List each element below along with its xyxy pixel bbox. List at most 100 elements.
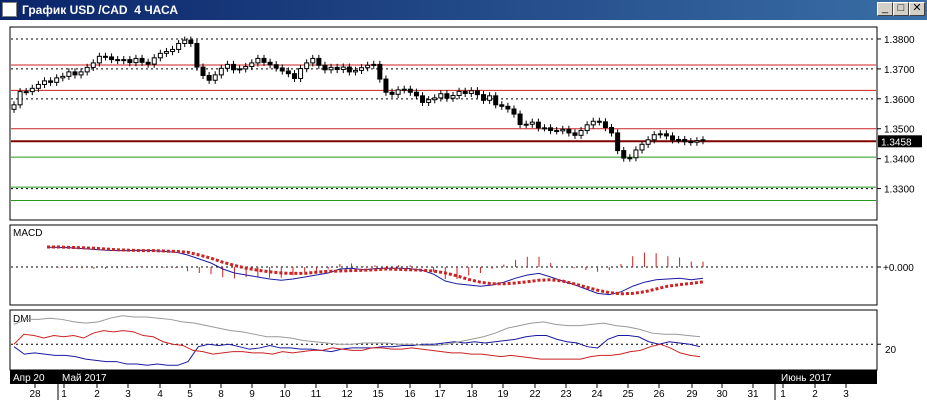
- candle-body: [328, 66, 334, 71]
- candle-body: [273, 64, 279, 69]
- candle-body: [682, 139, 688, 143]
- candle-body: [615, 132, 621, 152]
- period-label: Июнь 2017: [781, 373, 832, 384]
- candle-body: [334, 66, 340, 70]
- price-tick-label: 1.3700: [884, 65, 915, 76]
- macd-zero-label: +0.000: [883, 263, 914, 274]
- date-tick-label: 25: [622, 389, 634, 400]
- date-tick-label: 24: [591, 389, 603, 400]
- candle-body: [285, 70, 291, 75]
- candle-body: [224, 63, 230, 69]
- date-tick-label: 12: [341, 389, 353, 400]
- candle-body: [194, 42, 200, 68]
- candle-body: [432, 97, 438, 101]
- date-tick-label: 5: [187, 389, 193, 400]
- candle-body: [688, 141, 694, 144]
- candle-body: [389, 91, 395, 95]
- candle-body: [66, 71, 72, 77]
- candle-body: [541, 127, 547, 130]
- chart-app-icon: [2, 2, 17, 17]
- candle-body: [279, 67, 285, 72]
- window-title: График USD /CAD 4 ЧАСА: [22, 3, 179, 17]
- date-tick-label: 1: [780, 389, 786, 400]
- candle-body: [170, 48, 176, 53]
- candle-body: [54, 77, 60, 83]
- candle-body: [584, 124, 590, 132]
- date-tick-label: 18: [466, 389, 478, 400]
- candle-body: [377, 63, 383, 80]
- maximize-button[interactable]: □: [893, 2, 909, 16]
- minimize-button[interactable]: _: [877, 2, 893, 16]
- candle-body: [212, 74, 218, 81]
- date-tick-label: 2: [812, 389, 818, 400]
- candle-body: [121, 59, 127, 62]
- candle-body: [499, 104, 505, 107]
- candle-body: [663, 133, 669, 137]
- date-tick-label: 11: [311, 389, 322, 400]
- price-tick-label: 1.3600: [884, 95, 915, 106]
- candle-body: [304, 62, 310, 70]
- date-tick-label: 10: [279, 389, 291, 400]
- price-tick-label: 1.3300: [884, 185, 915, 196]
- price-tick-label: 1.3800: [884, 35, 915, 46]
- candle-body: [401, 88, 407, 91]
- candle-body: [413, 91, 419, 97]
- candle-body: [145, 61, 151, 65]
- candle-body: [456, 90, 462, 97]
- candle-body: [249, 62, 255, 67]
- candle-body: [596, 120, 602, 123]
- candle-body: [493, 95, 499, 106]
- candle-body: [462, 90, 468, 94]
- candle-body: [29, 87, 35, 93]
- candle-body: [438, 93, 444, 99]
- candle-body: [267, 61, 273, 66]
- candle-body: [84, 66, 90, 73]
- date-tick-label: 2: [94, 389, 100, 400]
- candle-body: [535, 121, 541, 129]
- candle-body: [529, 121, 535, 125]
- candle-body: [72, 71, 78, 76]
- candle-body: [188, 39, 194, 44]
- candle-body: [700, 139, 706, 142]
- candle-body: [359, 67, 365, 71]
- candle-body: [200, 66, 206, 76]
- candle-body: [676, 139, 682, 142]
- period-label: Апр 20: [13, 373, 45, 384]
- candle-body: [523, 123, 529, 126]
- candle-body: [316, 57, 322, 66]
- candle-body: [176, 42, 182, 50]
- candle-body: [474, 90, 480, 96]
- price-tick-label: 1.3500: [884, 125, 915, 136]
- candle-body: [578, 130, 584, 136]
- date-tick-label: 30: [716, 389, 728, 400]
- candle-body: [694, 140, 700, 143]
- candle-body: [548, 127, 554, 132]
- date-tick-label: 9: [249, 389, 255, 400]
- chart-window-body: 1.3800 1.3700 1.3600 1.3500 1.3400 1.3300 1.34…: [0, 20, 927, 405]
- candle-body: [48, 80, 54, 83]
- candle-body: [102, 55, 108, 58]
- candle-body: [17, 91, 23, 106]
- candle-body: [371, 63, 377, 66]
- macd-panel: [9, 224, 878, 306]
- candle-body: [310, 57, 316, 64]
- candle-body: [395, 89, 401, 95]
- period-label: Май 2017: [62, 373, 107, 384]
- candle-body: [572, 132, 578, 136]
- date-tick-label: 22: [529, 389, 541, 400]
- candle-body: [96, 55, 102, 64]
- candle-body: [291, 73, 297, 79]
- candle-body: [133, 57, 139, 64]
- candle-body: [218, 67, 224, 76]
- candle-body: [383, 78, 389, 93]
- candle-body: [407, 88, 413, 93]
- dmi-panel: [9, 309, 878, 371]
- date-tick-label: 17: [434, 389, 446, 400]
- candle-body: [627, 157, 633, 160]
- close-button[interactable]: ✕: [909, 2, 925, 16]
- candle-body: [157, 52, 163, 59]
- candle-body: [231, 63, 237, 71]
- candle-body: [346, 66, 352, 73]
- candle-body: [517, 113, 523, 126]
- date-tick-label: 15: [372, 389, 384, 400]
